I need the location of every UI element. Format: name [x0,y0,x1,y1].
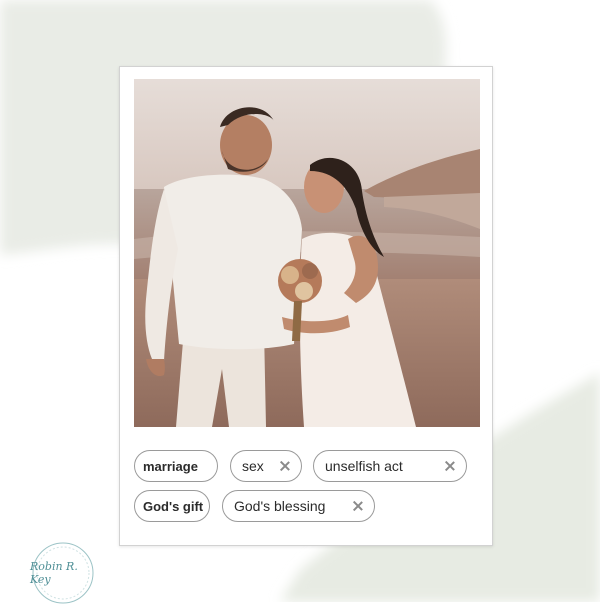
post-card: marriage sex unselfish act God's gift Go… [119,66,493,546]
remove-tag-icon[interactable] [353,501,363,511]
tag-gods-blessing[interactable]: God's blessing [222,490,375,522]
tag-sex[interactable]: sex [230,450,302,482]
tag-label: God's blessing [234,498,326,514]
brand-logo: Robin R. Key [30,540,96,606]
tag-gods-gift[interactable]: God's gift [134,490,210,522]
tag-label: unselfish act [325,458,403,474]
remove-tag-icon[interactable] [280,461,290,471]
couple-beach-photo [134,79,480,427]
tag-label: marriage [143,458,198,474]
tag-marriage[interactable]: marriage [134,450,218,482]
logo-signature: Robin R. Key [30,560,78,586]
remove-tag-icon[interactable] [445,461,455,471]
tag-label: sex [242,458,264,474]
tag-label: God's gift [143,498,204,514]
tag-unselfish-act[interactable]: unselfish act [313,450,467,482]
